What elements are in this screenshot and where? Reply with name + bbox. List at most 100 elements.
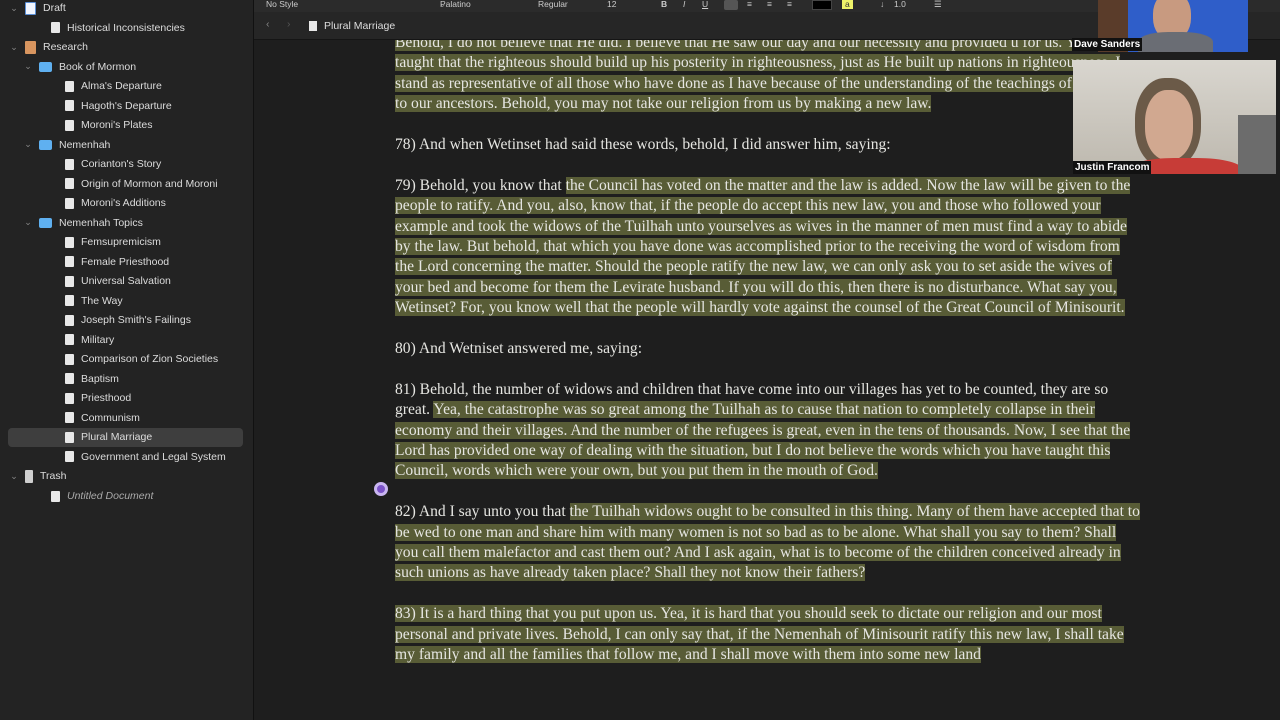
- doc-icon: [65, 178, 74, 190]
- highlighted-text: the Council has voted on the matter and …: [395, 176, 1131, 317]
- binder-item[interactable]: Female Priesthood: [8, 252, 243, 271]
- disclosure-chevron-icon[interactable]: ⌄: [8, 3, 20, 14]
- binder-item[interactable]: Joseph Smith's Failings: [8, 311, 243, 330]
- doc-icon: [65, 197, 74, 209]
- disclosure-chevron-icon[interactable]: ⌄: [22, 139, 34, 150]
- align-right-button[interactable]: ≡: [767, 0, 772, 9]
- binder-item[interactable]: Government and Legal System: [8, 447, 243, 466]
- binder-item-label: Book of Mormon: [59, 60, 137, 73]
- folder-icon: [39, 139, 52, 150]
- binder-item-label: Plural Marriage: [81, 431, 153, 444]
- binder-item[interactable]: Military: [8, 330, 243, 349]
- binder-item[interactable]: ⌄ Nemenhah: [8, 135, 243, 154]
- binder-item-label: Female Priesthood: [81, 255, 170, 268]
- participant-shirt: [1138, 32, 1213, 52]
- doc-icon: [65, 314, 74, 326]
- paragraph: 81) Behold, the number of widows and chi…: [395, 380, 1140, 482]
- doc-icon: [51, 490, 60, 502]
- font-family-select[interactable]: Palatino: [440, 0, 471, 9]
- participant-face: [1145, 90, 1193, 160]
- line-spacing-select[interactable]: 1.0: [894, 0, 906, 9]
- binder-item[interactable]: Femsupremicism: [8, 233, 243, 252]
- paragraph-style-select[interactable]: No Style: [266, 0, 298, 9]
- binder-item[interactable]: Hagoth's Departure: [8, 96, 243, 115]
- binder-item[interactable]: ⌄ Nemenhah Topics: [8, 213, 243, 232]
- binder-item[interactable]: The Way: [8, 291, 243, 310]
- binder-item[interactable]: Communism: [8, 408, 243, 427]
- font-weight-select[interactable]: Regular: [538, 0, 568, 9]
- font-size-select[interactable]: 12: [607, 0, 616, 9]
- line-spacing-icon: ↓: [880, 0, 885, 9]
- binder-item-label: Nemenhah Topics: [59, 216, 143, 229]
- binder-item[interactable]: Corianton's Story: [8, 155, 243, 174]
- back-button[interactable]: ‹: [266, 18, 270, 30]
- binder-item-label: Military: [81, 333, 115, 346]
- list-button[interactable]: ☰: [934, 0, 942, 10]
- binder-item-label: Hagoth's Departure: [81, 99, 172, 112]
- binder-item[interactable]: Origin of Mormon and Moroni: [8, 174, 243, 193]
- binder-item-label: Historical Inconsistencies: [67, 21, 185, 34]
- disclosure-chevron-icon[interactable]: ⌄: [8, 42, 20, 53]
- comment-marker-icon[interactable]: [374, 482, 388, 496]
- align-left-button[interactable]: [724, 0, 738, 10]
- binder-item[interactable]: ⌄ Research: [8, 38, 243, 57]
- binder-item-label: The Way: [81, 294, 123, 307]
- doc-icon: [65, 412, 74, 424]
- doc-icon: [51, 22, 60, 34]
- binder-item[interactable]: Moroni's Additions: [8, 194, 243, 213]
- doc-icon: [65, 256, 74, 268]
- italic-button[interactable]: I: [683, 0, 685, 9]
- binder-item[interactable]: Universal Salvation: [8, 272, 243, 291]
- binder-item[interactable]: ⌄ Book of Mormon: [8, 57, 243, 76]
- highlight-color-button[interactable]: a: [842, 0, 853, 9]
- binder-item-label: Untitled Document: [67, 490, 154, 502]
- text-run: 82) And I say unto you that: [395, 503, 570, 521]
- doc-icon: [65, 451, 74, 463]
- text-run: 78) And when Wetinset had said these wor…: [395, 136, 891, 154]
- binder-sidebar: ⌄ Draft Historical Inconsistencies ⌄ Researc…: [0, 0, 254, 720]
- doc-icon: [65, 236, 74, 248]
- binder-item-label: Government and Legal System: [81, 450, 226, 463]
- document-title: Plural Marriage: [324, 20, 396, 32]
- binder-item[interactable]: Baptism: [8, 369, 243, 388]
- doc-icon: [65, 158, 74, 170]
- doc-icon: [65, 334, 74, 346]
- binder-item[interactable]: ⌄ Trash: [8, 467, 243, 486]
- justify-button[interactable]: ≡: [787, 0, 792, 9]
- binder-item[interactable]: Priesthood: [8, 389, 243, 408]
- doc-icon: [65, 431, 74, 443]
- paragraph: 80) And Wetniset answered me, saying:: [395, 339, 1140, 359]
- binder-item-label: Draft: [43, 2, 66, 14]
- forward-button[interactable]: ›: [287, 18, 291, 30]
- binder-item-label: Origin of Mormon and Moroni: [81, 177, 218, 190]
- doc-icon: [65, 353, 74, 365]
- underline-button[interactable]: U: [702, 0, 708, 9]
- binder-item-label: Research: [43, 41, 88, 54]
- disclosure-chevron-icon[interactable]: ⌄: [22, 217, 34, 228]
- binder-item-label: Moroni's Plates: [81, 119, 153, 132]
- binder-item-label: Priesthood: [81, 392, 132, 405]
- folder-icon: [39, 217, 52, 228]
- text-color-button[interactable]: [812, 0, 832, 10]
- doc-icon: [65, 119, 74, 131]
- doc-icon: [65, 80, 74, 92]
- binder-item-label: Comparison of Zion Societies: [81, 353, 219, 366]
- binder-item[interactable]: Untitled Document: [8, 487, 243, 506]
- binder-item-label: Femsupremicism: [81, 236, 161, 249]
- binder-item[interactable]: Historical Inconsistencies: [8, 18, 243, 37]
- binder-item[interactable]: Alma's Departure: [8, 77, 243, 96]
- document-body[interactable]: Behold, I do not believe that He did. I …: [395, 40, 1140, 686]
- binder-item[interactable]: Comparison of Zion Societies: [8, 350, 243, 369]
- binder-item-label: Communism: [81, 411, 140, 424]
- binder-item[interactable]: Moroni's Plates: [8, 116, 243, 135]
- doc-icon: [65, 100, 74, 112]
- binder-item[interactable]: ⌄ Draft: [8, 0, 243, 18]
- paragraph: Behold, I do not believe that He did. I …: [395, 40, 1140, 115]
- draft-icon: [25, 1, 36, 15]
- align-center-button[interactable]: ≡: [747, 0, 752, 9]
- binder-item[interactable]: Plural Marriage: [8, 427, 243, 447]
- disclosure-chevron-icon[interactable]: ⌄: [22, 61, 34, 72]
- cabinet: [1238, 115, 1276, 174]
- disclosure-chevron-icon[interactable]: ⌄: [8, 471, 20, 482]
- bold-button[interactable]: B: [661, 0, 667, 9]
